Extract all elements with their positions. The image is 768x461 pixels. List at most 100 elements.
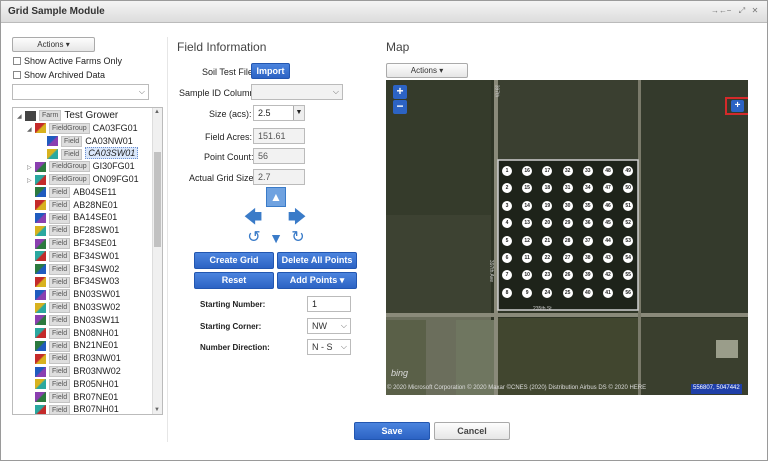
grid-point[interactable]: 5 — [502, 235, 512, 246]
grid-point[interactable]: 29 — [562, 218, 573, 229]
starting-corner-select[interactable]: NW ⌵ — [307, 318, 351, 334]
draw-point-tool-icon[interactable]: + — [731, 100, 744, 112]
grid-point[interactable]: 26 — [562, 270, 573, 281]
show-active-farms-checkbox[interactable] — [13, 57, 21, 65]
move-up-arrow-icon[interactable]: ▲ — [266, 187, 286, 207]
tree-item[interactable]: Field BN03SW02 — [27, 302, 162, 315]
tree-item[interactable]: Field BF34SW03 — [27, 276, 162, 289]
tree-item[interactable]: Field BR03NW02 — [27, 366, 162, 379]
grid-point[interactable]: 1 — [502, 166, 512, 176]
starting-number-input[interactable]: 1 — [307, 296, 351, 312]
grid-point[interactable]: 27 — [562, 253, 573, 263]
tree-item[interactable]: ▷ FieldGroup ON09FG01 — [27, 174, 162, 187]
grid-point[interactable]: 36 — [582, 218, 593, 229]
import-button[interactable]: Import — [251, 63, 290, 79]
tree-item[interactable]: Field BF34SE01 — [27, 238, 162, 251]
tree-toggle-icon[interactable]: ◢ — [17, 113, 25, 120]
grid-point[interactable]: 9 — [522, 287, 533, 298]
grid-point[interactable]: 30 — [562, 200, 573, 211]
map-actions-button[interactable]: Actions ▾ — [386, 63, 468, 78]
grid-point[interactable]: 28 — [562, 235, 573, 246]
cancel-button[interactable]: Cancel — [434, 422, 510, 440]
grid-point[interactable]: 41 — [603, 287, 613, 298]
zoom-out-button[interactable]: − — [393, 100, 407, 114]
tree-item[interactable]: Field BN03SW01 — [27, 289, 162, 302]
rotate-left-icon[interactable]: ↺ — [245, 230, 263, 248]
maximize-icon[interactable]: ⤢ — [738, 7, 746, 15]
tree-item-type: FieldGroup — [49, 122, 90, 134]
tree-toggle-icon[interactable]: ▷ — [27, 164, 35, 171]
number-direction-label: Number Direction: — [200, 343, 270, 352]
tree-item[interactable]: Field BF28SW01 — [27, 225, 162, 238]
grid-point[interactable]: 56 — [623, 287, 634, 298]
reset-button[interactable]: Reset — [194, 272, 274, 289]
minimize-icon[interactable]: − — [725, 7, 733, 15]
rotate-right-icon[interactable]: ↻ — [289, 230, 307, 248]
delete-all-points-button[interactable]: Delete All Points — [277, 252, 357, 269]
grid-point[interactable]: 44 — [603, 235, 613, 246]
grid-point[interactable]: 32 — [562, 166, 573, 176]
grid-point[interactable]: 25 — [562, 287, 573, 298]
grid-point[interactable]: 21 — [542, 235, 553, 246]
number-direction-value: N - S — [312, 342, 333, 352]
satellite-map[interactable]: + − + 397th 397th Ave 235th St 123456781… — [386, 80, 748, 395]
grid-point[interactable]: 35 — [582, 200, 593, 211]
tree-item[interactable]: Field BR07NE01 — [27, 392, 162, 405]
move-down-arrow-icon[interactable]: ▼ — [267, 230, 285, 248]
show-archived-checkbox[interactable] — [13, 71, 21, 79]
tree-item[interactable]: Field BF34SW01 — [27, 251, 162, 264]
grid-point[interactable]: 53 — [623, 235, 634, 246]
tree-item[interactable]: Field BR07NH01 — [27, 404, 162, 414]
tree-item[interactable]: Field BN08NH01 — [27, 328, 162, 341]
left-actions-button[interactable]: Actions ▾ — [12, 37, 95, 52]
size-dropdown-icon[interactable]: ▼ — [293, 106, 304, 120]
tree-item[interactable]: Field BF34SW02 — [27, 264, 162, 277]
tree-item[interactable]: Field BN21NE01 — [27, 340, 162, 353]
scroll-down-icon[interactable]: ▼ — [154, 407, 160, 413]
move-right-arrow-icon[interactable]: 🡆 — [287, 208, 307, 227]
grid-point[interactable]: 3 — [502, 200, 512, 211]
tree-item[interactable]: Field AB28NE01 — [27, 200, 162, 213]
tree-scroll-thumb[interactable] — [154, 152, 161, 247]
grid-point[interactable]: 12 — [522, 235, 533, 246]
tree-item[interactable]: Field BR05NH01 — [27, 379, 162, 392]
tree-item[interactable]: Field CA03SW01 — [39, 147, 162, 161]
grid-point[interactable]: 31 — [562, 183, 573, 194]
size-input[interactable]: 2.5 ▼ — [253, 105, 305, 121]
tree-item[interactable]: ◢ Farm Test Grower — [17, 110, 157, 123]
tree-item[interactable]: ▷ FieldGroup GI30FG01 — [27, 161, 162, 174]
grid-point[interactable]: 14 — [522, 200, 533, 211]
tree-toggle-icon[interactable]: ▷ — [27, 177, 35, 184]
add-points-button[interactable]: Add Points ▾ — [277, 272, 357, 289]
grid-point[interactable]: 38 — [582, 253, 593, 263]
create-grid-button[interactable]: Create Grid — [194, 252, 274, 269]
grid-point[interactable]: 40 — [582, 287, 593, 298]
number-direction-select[interactable]: N - S ⌵ — [307, 339, 351, 355]
tree-item[interactable]: Field AB04SE11 — [27, 187, 162, 200]
tree-item-label: BF28SW01 — [73, 225, 120, 236]
tree-item[interactable]: Field BR03NW01 — [27, 353, 162, 366]
grid-point[interactable]: 43 — [603, 253, 613, 263]
farm-filter-select[interactable]: ⌵ — [12, 84, 149, 100]
close-icon[interactable]: ✕ — [751, 7, 759, 15]
tree-toggle-icon[interactable]: ◢ — [27, 126, 35, 133]
grid-point[interactable]: 46 — [603, 200, 613, 211]
grid-sample-window: Grid Sample Module →← − ⤢ ✕ Actions ▾ Sh… — [0, 0, 768, 461]
grid-point[interactable]: 51 — [623, 200, 634, 211]
save-button[interactable]: Save — [354, 422, 430, 440]
tree-item-type: Field — [49, 314, 71, 326]
tree-item[interactable]: Field BN03SW11 — [27, 314, 162, 328]
move-left-arrow-icon[interactable]: 🡄 — [243, 208, 263, 227]
tree-scrollbar[interactable]: ▲ ▼ — [152, 108, 162, 414]
sample-id-column-select[interactable]: ⌵ — [251, 84, 343, 100]
scroll-up-icon[interactable]: ▲ — [154, 109, 160, 115]
zoom-in-button[interactable]: + — [393, 85, 407, 99]
grid-point[interactable]: 33 — [582, 166, 593, 176]
collapse-icon[interactable]: →← — [711, 7, 727, 15]
tree-item[interactable]: ◢ FieldGroup CA03FG01 — [27, 122, 162, 136]
grid-point[interactable]: 6 — [502, 253, 512, 263]
grid-point[interactable]: 8 — [502, 287, 512, 298]
grid-point[interactable]: 48 — [603, 166, 613, 176]
tree-item[interactable]: Field BA14SE01 — [27, 212, 162, 225]
grid-point[interactable]: 37 — [582, 235, 593, 246]
